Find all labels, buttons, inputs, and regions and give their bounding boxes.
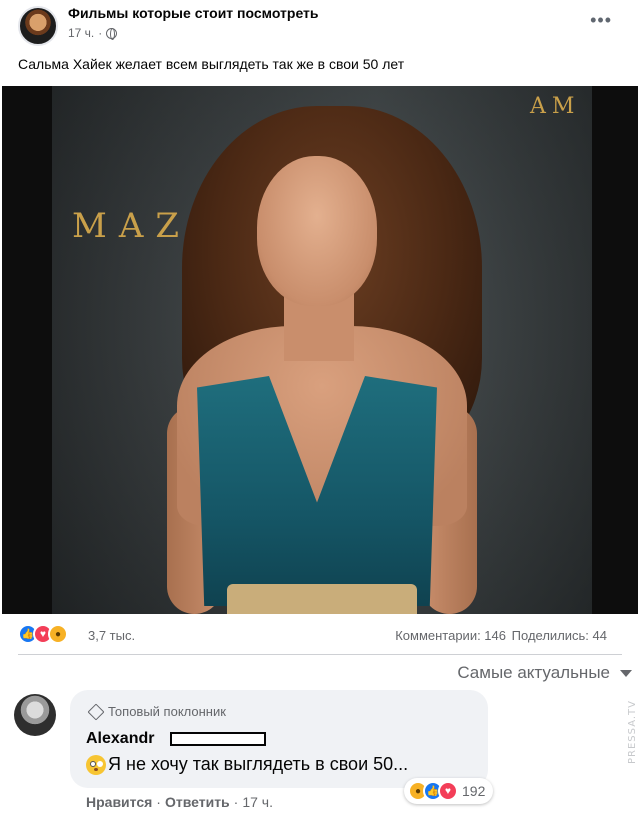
comment-bubble: Топовый поклонник Alexandr Я не хочу так…: [70, 690, 488, 788]
photo: AM MAZO OS: [2, 86, 638, 614]
redaction-box: [170, 732, 266, 746]
sort-label: Самые актуальные: [457, 663, 610, 682]
top-fan-badge: Топовый поклонник: [87, 703, 226, 720]
post-time[interactable]: 17 ч.: [68, 26, 94, 40]
page-name[interactable]: Фильмы которые стоит посмотреть: [68, 5, 319, 21]
page-avatar[interactable]: [18, 6, 58, 46]
wall-text-top-right: AM: [530, 94, 581, 119]
comment-reactions-count: 192: [462, 783, 486, 799]
comment-text-body: Я не хочу так выглядеть в свои 50...: [108, 754, 409, 774]
commenter-name[interactable]: Alexandr: [86, 730, 154, 748]
photo-face: [257, 156, 377, 306]
reaction-icons[interactable]: 👍 ♥ ●: [18, 624, 68, 644]
commenter-avatar[interactable]: [14, 694, 56, 736]
globe-icon: [106, 27, 118, 40]
reply-button[interactable]: Ответить: [165, 794, 230, 810]
love-icon: ♥: [438, 781, 458, 801]
divider: [18, 654, 622, 655]
shares-count[interactable]: Поделились: 44: [512, 628, 607, 643]
more-options-icon[interactable]: •••: [590, 10, 612, 31]
wow-icon: ●: [48, 624, 68, 644]
post-image[interactable]: AM MAZO OS: [0, 86, 640, 614]
post-text: Сальма Хайек желает всем выглядеть так ж…: [18, 56, 405, 72]
comments-count[interactable]: Комментарии: 146: [395, 628, 506, 643]
comment-text: Я не хочу так выглядеть в свои 50...: [86, 754, 408, 775]
flushed-face-icon: [86, 754, 106, 775]
badge-label: Топовый поклонник: [108, 704, 226, 719]
sort-filter[interactable]: Самые актуальные: [457, 663, 632, 683]
like-button[interactable]: Нравится: [86, 794, 152, 810]
diamond-icon: [87, 703, 105, 720]
post-meta: 17 ч. ·: [68, 26, 118, 40]
reactions-count[interactable]: 3,7 тыс.: [88, 628, 135, 643]
comment-time[interactable]: 17 ч.: [242, 794, 273, 810]
comment-actions: Нравится · Ответить · 17 ч.: [86, 794, 273, 810]
comment: Топовый поклонник Alexandr Я не хочу так…: [0, 690, 640, 820]
reactions-bar: 👍 ♥ ● 3,7 тыс. Комментарии: 146 Поделили…: [0, 620, 640, 648]
photo-skirt: [227, 584, 417, 614]
post-header: Фильмы которые стоит посмотреть 17 ч. · …: [0, 0, 640, 48]
caret-down-icon: [620, 669, 632, 677]
watermark: PRESSA.TV: [627, 700, 638, 764]
comment-reactions[interactable]: ● 👍 ♥ 192: [404, 778, 494, 804]
